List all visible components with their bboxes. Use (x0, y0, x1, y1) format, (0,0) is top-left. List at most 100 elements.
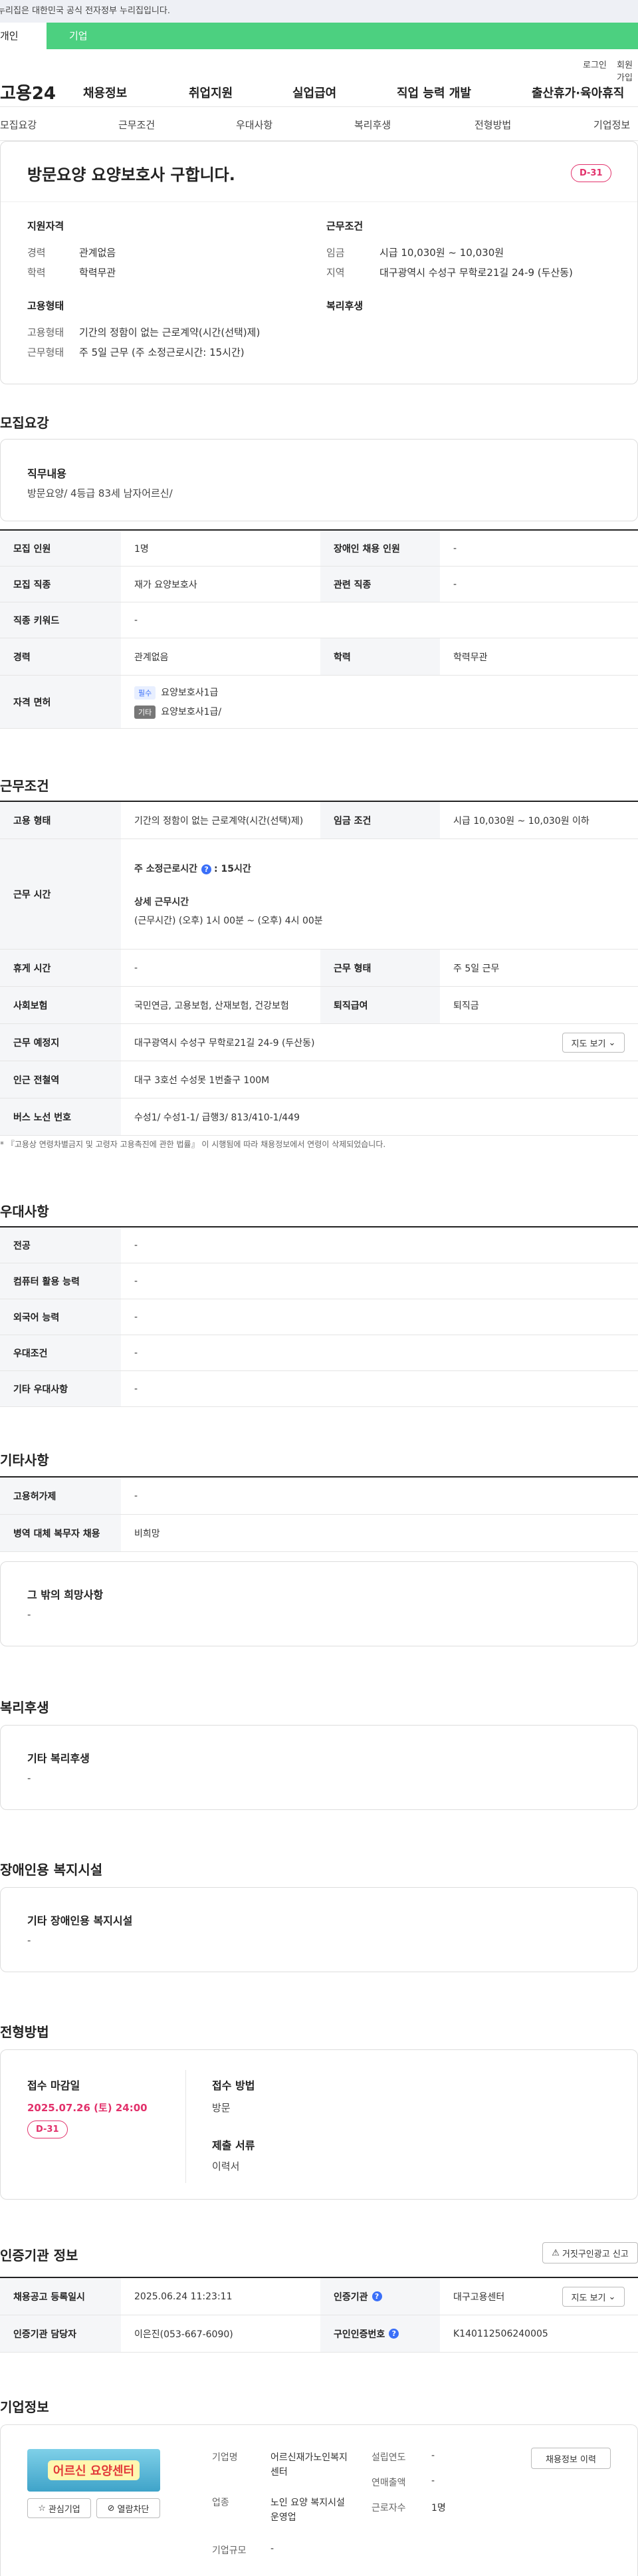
cond-title: 근무조건 (326, 220, 364, 232)
gov-banner: 이 누리집은 대한민국 공식 전자정부 누리집입니다. (0, 0, 638, 23)
company-name-label: 기업명 (212, 2452, 238, 2463)
table-row: 병역 대체 복무자 채용 비희망 (0, 1515, 638, 1552)
table-row: 채용공고 등록일시 2025.06.24 11:23:11 인증기관? 대구고용… (0, 2278, 638, 2315)
conditions-section-title: 근무조건 (0, 778, 49, 794)
table-row: 사회보험 국민연금, 고용보험, 산재보험, 건강보험 퇴직급여 퇴직금 (0, 987, 638, 1024)
size-value: - (270, 2543, 274, 2554)
manager-value: 이은진(053-667-6090) (134, 2329, 233, 2340)
tab-personal[interactable]: 개인 (0, 23, 47, 49)
selection-section-title: 전형방법 (0, 2024, 49, 2040)
section-nav-conditions[interactable]: 근무조건 (118, 118, 155, 132)
disabled-sub: 기타 장애인용 복지시설 (27, 1914, 133, 1927)
section-nav-selection[interactable]: 전형방법 (475, 118, 511, 132)
login-link[interactable]: 로그인 (583, 58, 607, 70)
work-type-value: 주 5일 근무 (주 소정근로시간: 15시간) (79, 346, 245, 358)
like-button-label: 관심기업 (48, 2504, 80, 2515)
user-type-tabs: 개인 기업 (0, 23, 638, 49)
info-icon[interactable]: ? (201, 864, 212, 874)
gnb-item-support[interactable]: 취업지원 (189, 84, 233, 101)
duty-value: 방문요양/ 4등급 83세 남자어르신/ (27, 487, 173, 499)
wage-label: 임금 (326, 247, 345, 259)
license-item: 필수 요양보호사1급 (134, 686, 218, 700)
people-header: 모집 인원 (0, 531, 121, 566)
map-button-label: 지도 보기 (571, 1039, 606, 1049)
edu-header: 학력 (320, 638, 440, 675)
tab-company[interactable]: 기업 (47, 23, 126, 49)
section-nav-company[interactable]: 기업정보 (593, 118, 630, 132)
company-name-value: 어르신재가노인복지센터 (270, 2452, 348, 2478)
gnb-item-benefit[interactable]: 실업급여 (292, 84, 336, 101)
agency-table: 채용공고 등록일시 2025.06.24 11:23:11 인증기관? 대구고용… (0, 2277, 638, 2353)
chevron-down-icon: ⌄ (608, 1037, 616, 1048)
keyword-header: 직종 키워드 (0, 602, 121, 638)
auth-number-value: K140112506240005 (453, 2328, 548, 2339)
table-row: 버스 노선 번호 수성1/ 수성1-1/ 급행3/ 813/410-1/449 (0, 1098, 638, 1136)
wage-value: 시급 10,030원 ~ 10,030원 (379, 247, 504, 259)
retire-header: 퇴직급여 (320, 987, 440, 1023)
wish-title: 그 밖의 희망사항 (27, 1589, 104, 1601)
duty-box: 직무내용 방문요양/ 4등급 83세 남자어르신/ (0, 439, 638, 521)
rest-value: - (134, 962, 138, 973)
docs-value: 이력서 (212, 2160, 240, 2172)
sales-value: - (431, 2476, 435, 2486)
job-summary-card: 방문요양 요양보호사 구합니다. D-31 지원자격 경력 관계없음 학력 학력… (0, 141, 638, 384)
founded-label: 설립연도 (372, 2452, 406, 2463)
welfare-title: 복리후생 (326, 300, 364, 312)
detail-hours-label: 상세 근무시간 (134, 896, 189, 908)
like-company-button[interactable]: ☆ 관심기업 (27, 2498, 91, 2518)
gnb-item-training[interactable]: 직업 능력 개발 (397, 84, 471, 101)
gnb-item-leave[interactable]: 출산휴가·육아휴직 (532, 84, 624, 101)
weekly-hours-label: 주 소정근로시간 (134, 863, 198, 874)
worktype-header: 근무 형태 (320, 950, 440, 986)
sales-label: 연매출액 (372, 2478, 406, 2488)
deadline-value: 2025.07.26 (토) 24:00 (27, 2102, 148, 2114)
edu-cell: 학력무관 (453, 652, 488, 663)
disabled-value: - (453, 543, 457, 554)
job-value: 재가 요양보호사 (134, 579, 197, 590)
duty-title: 직무내용 (27, 467, 66, 480)
hours-cell: 주 소정근로시간?: 15시간 상세 근무시간 (근무시간) (오후) 1시 0… (121, 839, 638, 949)
lang-value: - (134, 1311, 138, 1323)
auth-number-header: 구인인증번호? (320, 2315, 440, 2352)
major-header: 전공 (0, 1227, 121, 1263)
table-row: 직종 키워드 - (0, 602, 638, 638)
military-value: 비희망 (134, 1528, 160, 1539)
method-label: 접수 방법 (212, 2079, 255, 2092)
career-label: 경력 (27, 247, 46, 259)
edu-label: 학력 (27, 267, 46, 279)
table-row: 고용 형태 기간의 정함이 없는 근로계약(시간(선택)제) 임금 조건 시급 … (0, 802, 638, 839)
site-logo[interactable]: 고용24 (0, 80, 56, 104)
section-nav-preference[interactable]: 우대사항 (236, 118, 272, 132)
etc-section-title: 기타사항 (0, 1452, 49, 1468)
area-value: 대구광역시 수성구 무학로21길 24-9 (두산동) (379, 267, 573, 279)
worktype-value: 주 5일 근무 (453, 963, 500, 974)
welfare-sub: 기타 복리후생 (27, 1752, 90, 1765)
retire-value: 퇴직금 (453, 1000, 479, 1011)
info-icon[interactable]: ? (389, 2329, 399, 2339)
selection-dday-badge: D-31 (27, 2121, 68, 2138)
table-row: 근무 예정지 대구광역시 수성구 무학로21길 24-9 (두산동) 지도 보기… (0, 1024, 638, 1061)
gnb-item-jobs[interactable]: 채용정보 (83, 84, 127, 101)
job-header: 모집 직종 (0, 567, 121, 602)
section-nav-welfare[interactable]: 복리후생 (354, 118, 391, 132)
table-row: 컴퓨터 활용 능력 - (0, 1263, 638, 1299)
related-header: 관련 직종 (320, 567, 440, 602)
info-icon[interactable]: ? (372, 2291, 382, 2301)
agency-map-button[interactable]: 지도 보기 ⌄ (562, 2287, 625, 2307)
preference-section-title: 우대사항 (0, 1204, 49, 1220)
subway-header: 인근 전철역 (0, 1061, 121, 1098)
table-row: 모집 인원 1명 장애인 채용 인원 - (0, 531, 638, 567)
license-item: 기타 요양보호사1급/ (134, 705, 221, 719)
map-button[interactable]: 지도 보기 ⌄ (562, 1033, 625, 1053)
job-history-button[interactable]: 채용정보 이력 (531, 2448, 611, 2469)
disabled-header: 장애인 채용 인원 (320, 531, 440, 566)
selection-box: 접수 마감일 2025.07.26 (토) 24:00 D-31 접수 방법 방… (0, 2049, 638, 2200)
report-button[interactable]: ⚠ 거짓구인광고 신고 (542, 2242, 638, 2263)
place-header: 근무 예정지 (0, 1024, 121, 1061)
dday-badge: D-31 (571, 164, 611, 182)
method-value: 방문 (212, 2102, 231, 2114)
block-company-button[interactable]: ⊘ 열람차단 (96, 2498, 160, 2518)
siren-icon: ⚠ (552, 2248, 560, 2258)
section-nav-recruit[interactable]: 모집요강 (0, 118, 37, 132)
emp-type-label: 고용형태 (27, 326, 64, 338)
